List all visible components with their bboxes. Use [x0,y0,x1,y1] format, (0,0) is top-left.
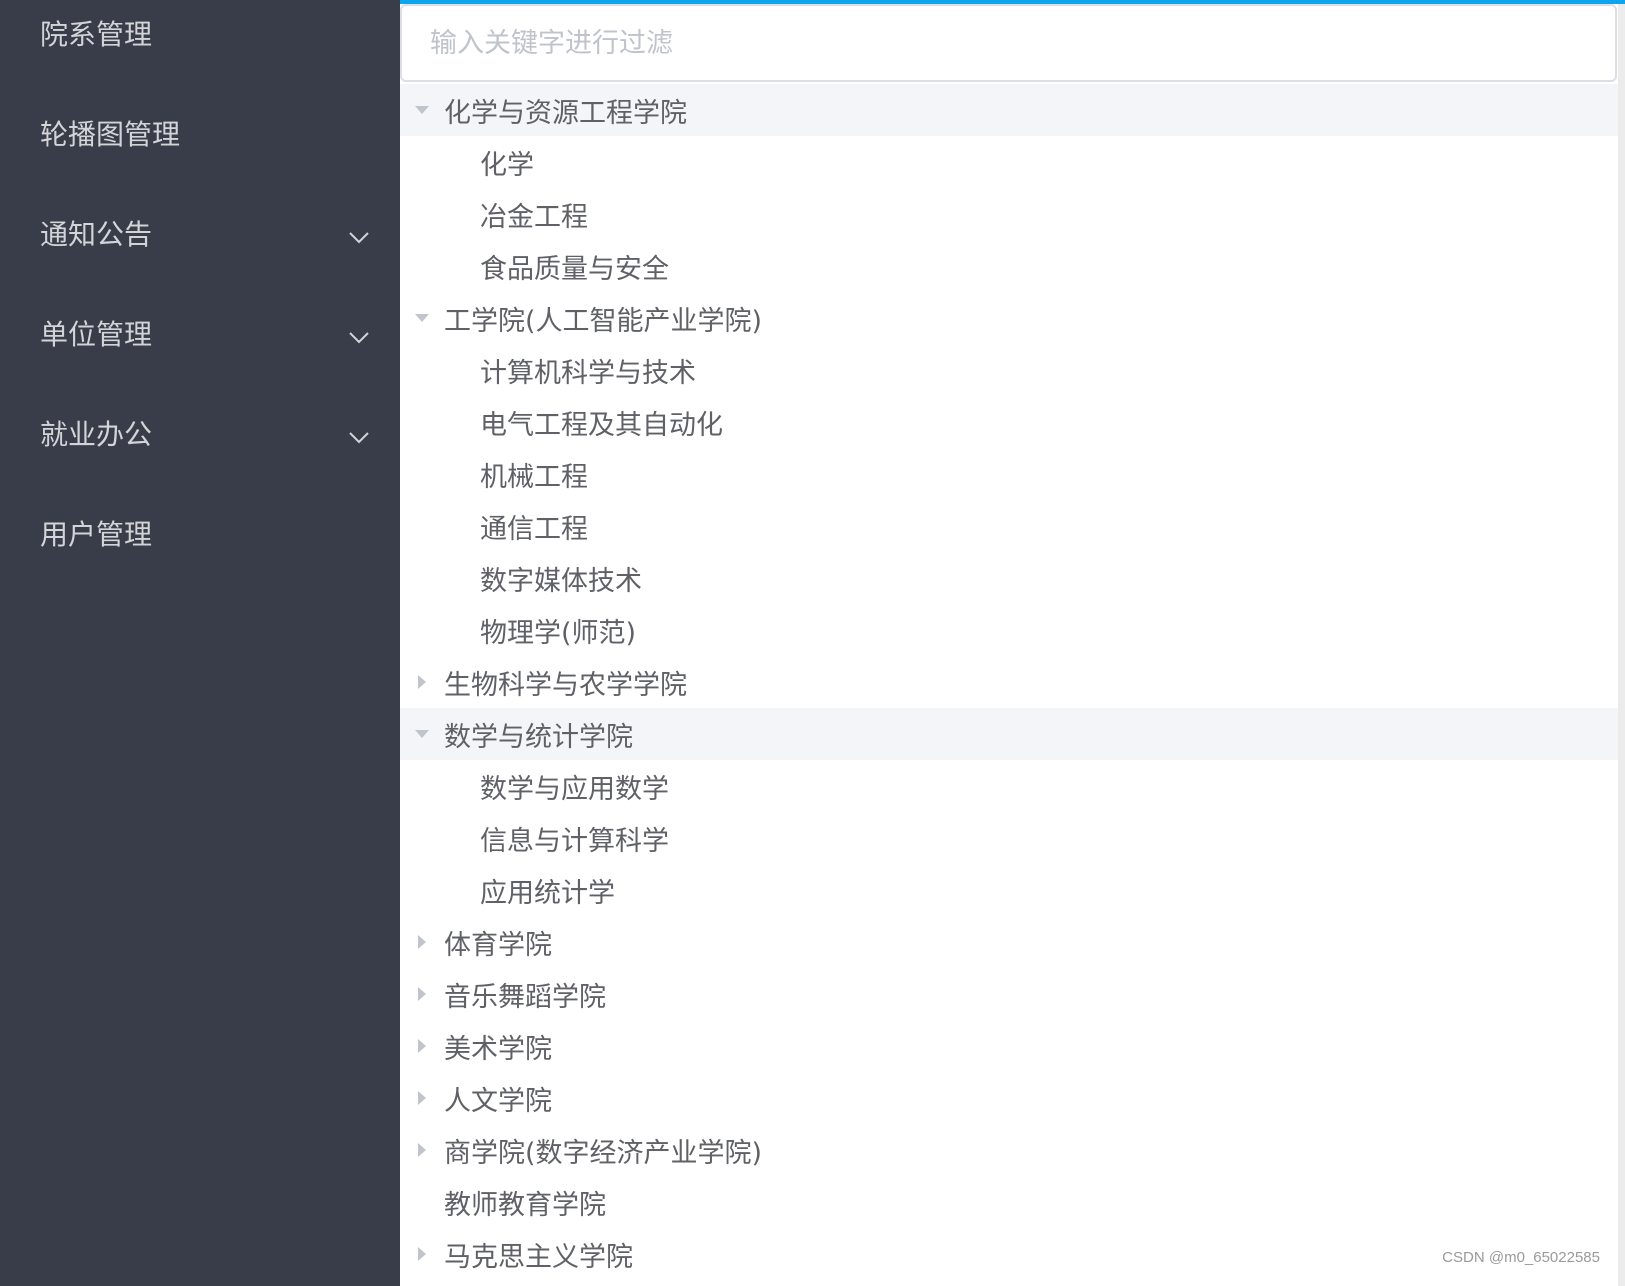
sidebar-item[interactable]: 通知公告 [0,183,400,283]
tree-node-college[interactable]: 商学院(数字经济产业学院) [400,1124,1618,1176]
tree-node-label: 化学与资源工程学院 [444,97,687,129]
filter-input[interactable] [402,6,1615,80]
tree-node-major[interactable]: 机械工程 [400,448,1618,500]
sidebar-item[interactable]: 轮播图管理 [0,83,400,183]
caret-right-icon[interactable] [400,1143,444,1157]
tree-node-label: 物理学(师范) [480,617,637,649]
sidebar-item[interactable]: 院系管理 [0,0,400,83]
tree-node-label: 数字媒体技术 [480,565,642,597]
sidebar-item-label: 用户管理 [40,518,153,551]
filter-input-wrapper [400,4,1617,82]
chevron-down-icon[interactable] [348,322,370,344]
tree-node-major[interactable]: 物理学(师范) [400,604,1618,656]
tree-node-label: 商学院(数字经济产业学院) [444,1137,763,1169]
tree-node-college[interactable]: 化学与资源工程学院 [400,84,1618,136]
chevron-down-icon[interactable] [348,222,370,244]
tree-node-label: 人文学院 [444,1085,552,1117]
caret-right-icon[interactable] [400,1247,444,1261]
caret-right-icon[interactable] [400,1091,444,1105]
tree-node-major[interactable]: 食品质量与安全 [400,240,1618,292]
tree-node-college[interactable]: 数学与统计学院 [400,708,1618,760]
tree-node-major[interactable]: 数学与应用数学 [400,760,1618,812]
tree-node-major[interactable]: 电气工程及其自动化 [400,396,1618,448]
caret-down-icon[interactable] [400,106,444,114]
tree-node-label: 通信工程 [480,513,588,545]
chevron-down-icon[interactable] [348,422,370,444]
tree-node-label: 电气工程及其自动化 [480,409,723,441]
tree-node-college[interactable]: 教师教育学院 [400,1176,1618,1228]
tree-node-label: 马克思主义学院 [444,1241,633,1273]
tree-node-major[interactable]: 冶金工程 [400,188,1618,240]
tree-node-major[interactable]: 通信工程 [400,500,1618,552]
sidebar-item[interactable]: 用户管理 [0,483,400,583]
tree-node-major[interactable]: 信息与计算科学 [400,812,1618,864]
tree-node-major[interactable]: 数字媒体技术 [400,552,1618,604]
tree-node-major[interactable]: 应用统计学 [400,864,1618,916]
tree-node-label: 应用统计学 [480,877,615,909]
caret-right-icon[interactable] [400,675,444,689]
caret-right-icon[interactable] [400,1039,444,1053]
department-tree: 化学与资源工程学院化学冶金工程食品质量与安全工学院(人工智能产业学院) 计算机科学… [400,84,1618,1280]
tree-node-label: 计算机科学与技术 [480,357,696,389]
tree-node-major[interactable]: 计算机科学与技术 [400,344,1618,396]
caret-down-icon[interactable] [400,314,444,322]
tree-node-college[interactable]: 工学院(人工智能产业学院) [400,292,1618,344]
tree-node-label: 数学与应用数学 [480,773,669,805]
tree-node-college[interactable]: 马克思主义学院 [400,1228,1618,1280]
tree-node-major[interactable]: 化学 [400,136,1618,188]
tree-node-label: 机械工程 [480,461,588,493]
tree-node-label: 食品质量与安全 [480,253,669,285]
tree-node-label: 教师教育学院 [444,1189,606,1221]
watermark: CSDN @m0_65022585 [1442,1249,1600,1266]
tree-node-label: 音乐舞蹈学院 [444,981,606,1013]
sidebar-item[interactable]: 单位管理 [0,283,400,383]
tree-node-college[interactable]: 音乐舞蹈学院 [400,968,1618,1020]
main-panel: 化学与资源工程学院化学冶金工程食品质量与安全工学院(人工智能产业学院) 计算机科学… [400,0,1625,1286]
tree-node-label: 美术学院 [444,1033,552,1065]
caret-right-icon[interactable] [400,987,444,1001]
tree-node-label: 冶金工程 [480,201,588,233]
sidebar-item-label: 院系管理 [40,18,153,51]
tree-node-college[interactable]: 人文学院 [400,1072,1618,1124]
tree-node-label: 工学院(人工智能产业学院) [444,305,763,337]
tree-node-label: 体育学院 [444,929,552,961]
tree-node-label: 信息与计算科学 [480,825,669,857]
sidebar-item-label: 单位管理 [40,318,153,351]
caret-right-icon[interactable] [400,935,444,949]
sidebar: 院系管理轮播图管理通知公告单位管理就业办公用户管理 [0,0,400,1286]
tree-node-college[interactable]: 生物科学与农学学院 [400,656,1618,708]
sidebar-item[interactable]: 就业办公 [0,383,400,483]
tree-node-label: 生物科学与农学学院 [444,669,687,701]
sidebar-item-label: 就业办公 [40,418,153,451]
tree-node-college[interactable]: 体育学院 [400,916,1618,968]
tree-node-label: 化学 [480,149,534,181]
scrollbar[interactable] [1618,4,1625,1286]
sidebar-item-label: 轮播图管理 [40,118,181,151]
tree-node-college[interactable]: 美术学院 [400,1020,1618,1072]
sidebar-item-label: 通知公告 [40,218,153,251]
caret-down-icon[interactable] [400,730,444,738]
tree-node-label: 数学与统计学院 [444,721,633,753]
